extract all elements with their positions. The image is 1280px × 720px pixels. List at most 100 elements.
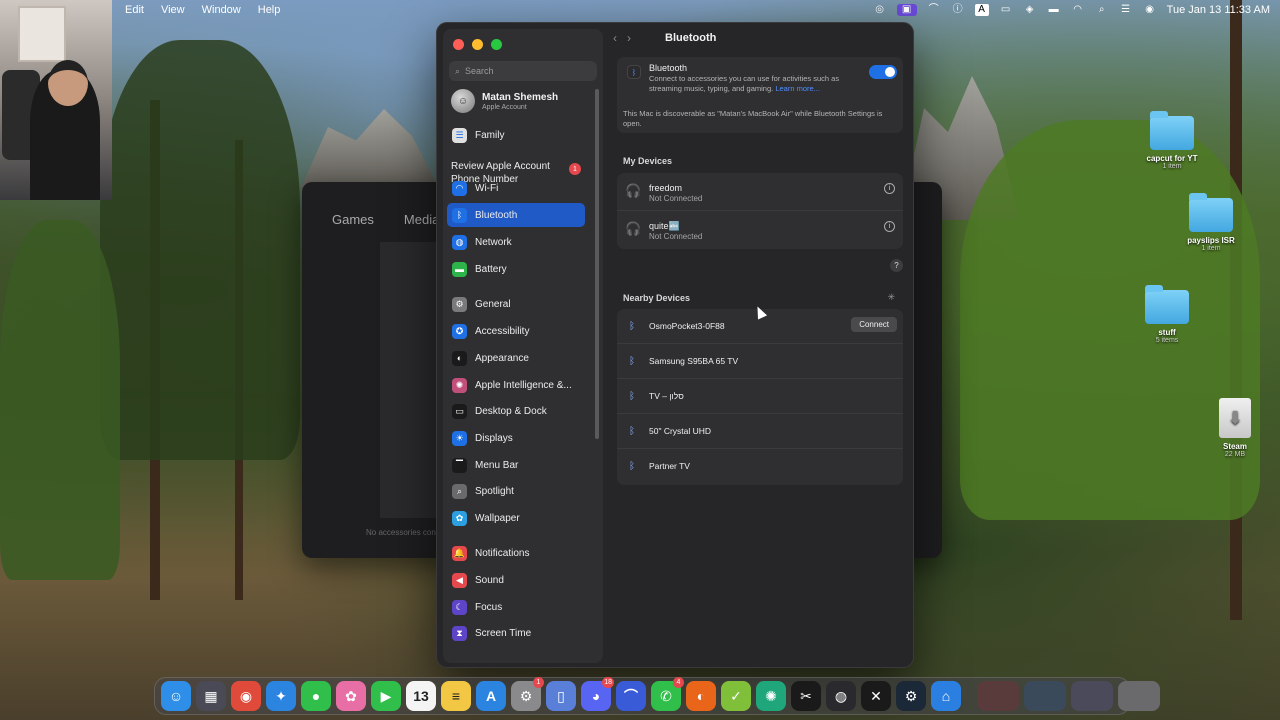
siri-icon[interactable]: ◉ (1143, 4, 1157, 16)
back-arrow-icon[interactable]: ‹ (613, 31, 617, 45)
sidebar-item-notifications[interactable]: 🔔 Notifications (447, 541, 585, 565)
finder-icon[interactable]: ☺ (161, 681, 191, 711)
firefox-icon[interactable]: ◐ (686, 681, 716, 711)
dock-glyph: ⌂ (941, 688, 951, 704)
photos-icon[interactable]: ✿ (336, 681, 366, 711)
calendar-icon[interactable]: 13 (406, 681, 436, 711)
help-button[interactable]: ? (890, 259, 903, 272)
files-icon[interactable]: ▯ (546, 681, 576, 711)
sidebar-item-sound[interactable]: ◀ Sound (447, 568, 585, 592)
device-name: quite🔤 (649, 221, 680, 231)
notification-badge: 1 (533, 677, 544, 688)
battery-icon[interactable]: ▬ (1047, 4, 1061, 16)
steam-icon[interactable]: ⚙ (896, 681, 926, 711)
recent-window-2-icon[interactable] (1024, 681, 1066, 711)
desktop-folder[interactable]: capcut for YT 1 item (1127, 111, 1217, 170)
menu-view[interactable]: View (161, 4, 185, 16)
device-row[interactable]: 🎧 freedom Not Connected i (617, 173, 903, 211)
search-input[interactable]: ⌕ Search (449, 61, 597, 81)
obs-icon[interactable]: ◍ (826, 681, 856, 711)
info-icon[interactable]: i (884, 183, 895, 194)
chatgpt-icon[interactable]: ✺ (756, 681, 786, 711)
sidebar-scrollbar[interactable] (595, 89, 599, 439)
recent-window-1-icon[interactable] (977, 681, 1019, 711)
sidebar-item-displays[interactable]: ☀ Displays (447, 426, 585, 450)
xcode-icon[interactable]: ⌂ (931, 681, 961, 711)
input-a-icon[interactable]: A (974, 4, 989, 16)
minimize-button[interactable] (472, 39, 483, 50)
device-row[interactable]: 🎧 quite🔤 Not Connected i (617, 211, 903, 249)
menu-help[interactable]: Help (258, 4, 281, 16)
tab-games[interactable]: Games (332, 212, 374, 227)
tab-media[interactable]: Media (404, 212, 439, 227)
sidebar-item-wi-fi[interactable]: ◠ Wi-Fi (447, 176, 585, 200)
sidebar-item-wallpaper[interactable]: ✿ Wallpaper (447, 506, 585, 530)
whatsapp-icon[interactable]: ✆ 4 (651, 677, 684, 711)
sidebar-item-apple-intelligence[interactable]: ✺ Apple Intelligence &... (447, 373, 585, 397)
control-center-icon[interactable]: ◎ (873, 4, 887, 16)
recent-window-3-icon[interactable] (1071, 681, 1113, 711)
zoom-button[interactable] (491, 39, 502, 50)
desktop-folder[interactable]: payslips ISR 1 item (1166, 193, 1256, 252)
bluetooth-status-icon[interactable]: ⌒ (927, 4, 941, 16)
sidebar-item-label: Focus (475, 601, 503, 613)
menu-edit[interactable]: Edit (125, 4, 144, 16)
sidebar-item-menu-bar[interactable]: ▔ Menu Bar (447, 453, 585, 477)
safari-icon[interactable]: ✦ (266, 681, 296, 711)
forward-arrow-icon[interactable]: › (627, 31, 631, 45)
clock[interactable]: Tue Jan 13 11:33 AM (1167, 4, 1270, 16)
app-store-icon[interactable]: A (476, 681, 506, 711)
desktop-disk-image[interactable]: ⬇ Steam 22 MB (1190, 398, 1280, 458)
vine-icon[interactable]: ✓ (721, 681, 751, 711)
display-icon[interactable]: ▭ (999, 4, 1013, 16)
sidebar-item-family[interactable]: ☰ Family (447, 123, 585, 147)
nearby-device-row[interactable]: ᛒ 50" Crystal UHD (617, 414, 903, 449)
nearby-device-row[interactable]: ᛒ Partner TV (617, 449, 903, 484)
capcut-icon[interactable]: ✂ (791, 681, 821, 711)
sidebar-item-battery[interactable]: ▬ Battery (447, 257, 585, 281)
nearby-device-row[interactable]: ᛒ Samsung S95BA 65 TV (617, 344, 903, 379)
control-switch-icon[interactable]: ☰ (1119, 4, 1133, 16)
sidebar-item-desktop-dock[interactable]: ▭ Desktop & Dock (447, 399, 585, 423)
discord-icon[interactable]: ◕ 18 (581, 677, 614, 711)
learn-more-link[interactable]: Learn more... (775, 84, 820, 93)
sidebar-item-label: Appearance (475, 352, 529, 364)
launchpad-icon[interactable]: ▦ (196, 681, 226, 711)
dock-glyph: ◕ (591, 688, 601, 704)
menu-window[interactable]: Window (202, 4, 241, 16)
info-icon[interactable]: i (884, 221, 895, 232)
sidebar-item-appearance[interactable]: ◐ Appearance (447, 346, 585, 370)
apple-account-row[interactable]: ☺ Matan Shemesh Apple Account (451, 89, 558, 113)
sidebar-item-label: Apple Intelligence &... (475, 379, 572, 391)
sidebar-item-bluetooth[interactable]: ᛒ Bluetooth (447, 203, 585, 227)
close-button[interactable] (453, 39, 464, 50)
nearby-device-row[interactable]: ᛒ TV – סלון (617, 379, 903, 414)
sidebar-item-network[interactable]: ◍ Network (447, 230, 585, 254)
facetime-icon[interactable]: ▶ (371, 681, 401, 711)
connect-button[interactable]: Connect (851, 317, 897, 332)
cursor-app-icon[interactable]: ✕ (861, 681, 891, 711)
system-settings-window: ⌕ Search ☺ Matan Shemesh Apple Account ☰… (436, 22, 914, 668)
trash-icon[interactable] (1118, 681, 1160, 711)
sidebar-item-spotlight[interactable]: ⌕ Spotlight (447, 479, 585, 503)
sidebar-item-general[interactable]: ⚙ General (447, 292, 585, 316)
search-icon[interactable]: ⌕ (1095, 4, 1109, 16)
dock-glyph: ◉ (239, 687, 253, 704)
sidebar-item-screen-time[interactable]: ⧗ Screen Time (447, 621, 585, 645)
messages-icon[interactable]: ● (301, 681, 331, 711)
chrome-icon[interactable]: ◉ (231, 681, 261, 711)
folder-icon (1145, 285, 1189, 324)
sidebar-item-accessibility[interactable]: ✪ Accessibility (447, 319, 585, 343)
system-settings-icon[interactable]: ⚙ 1 (511, 677, 544, 711)
wifi-icon[interactable]: ◠ (1071, 4, 1085, 16)
bluetooth-toggle[interactable] (869, 65, 897, 79)
desktop-icon-label: Steam (1222, 442, 1247, 451)
a11y-icon[interactable]: ⓘ (951, 4, 965, 16)
nearby-device-name: OsmoPocket3-0F88 (649, 321, 725, 331)
screen-record-icon[interactable]: ▣ (896, 4, 917, 16)
sidebar-item-focus[interactable]: ☾ Focus (447, 595, 585, 619)
notes-icon[interactable]: ≡ (441, 681, 471, 711)
desktop-folder[interactable]: stuff 5 items (1122, 285, 1212, 344)
vpn-icon[interactable]: ◈ (1023, 4, 1037, 16)
arc-icon[interactable]: ⌒ (616, 681, 646, 711)
